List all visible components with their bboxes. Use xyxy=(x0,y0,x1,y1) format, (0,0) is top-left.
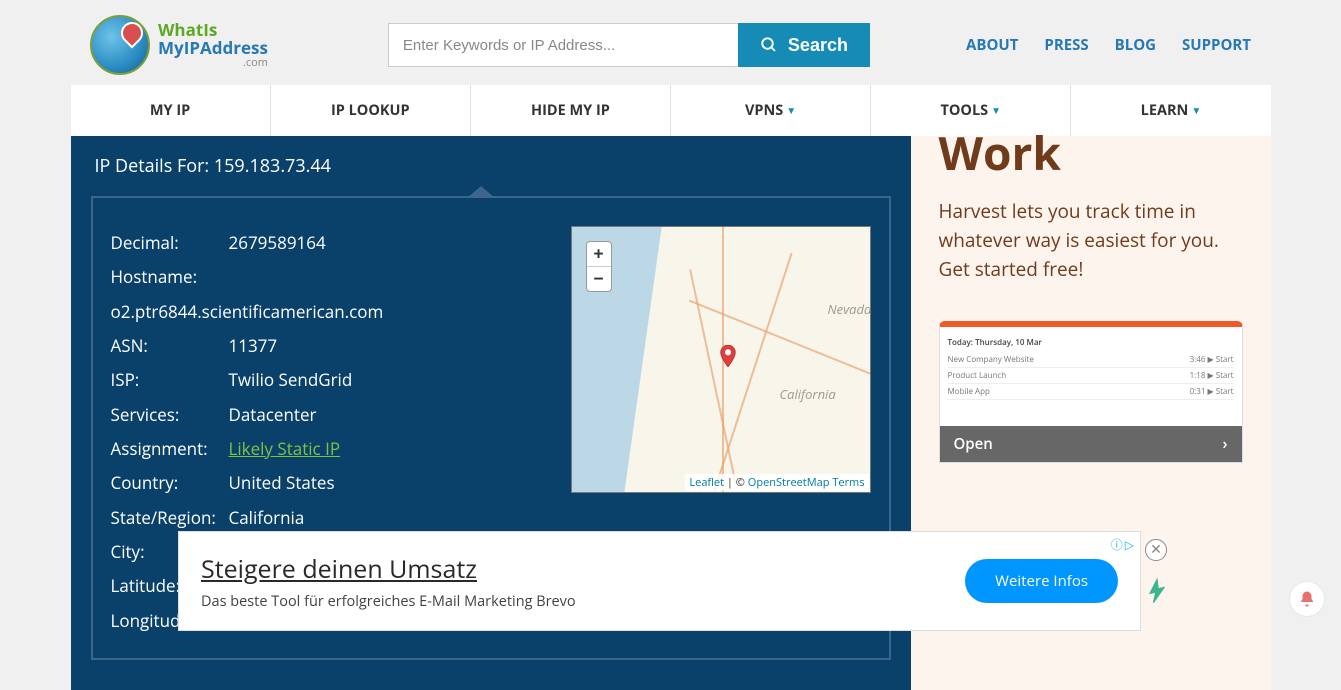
nav-label: IP LOOKUP xyxy=(331,101,410,120)
map-label-california: California xyxy=(780,385,836,403)
map-zoom-out[interactable]: − xyxy=(587,267,611,291)
leaflet-link[interactable]: Leaflet xyxy=(689,475,724,490)
location-map[interactable]: Nevada California + − Leaflet | © OpenSt… xyxy=(571,226,871,493)
field-value: o2.ptr6844.scientificamerican.com xyxy=(111,300,384,323)
ad-open-bar[interactable]: Open › xyxy=(940,426,1242,462)
field-label: Decimal: xyxy=(111,226,229,260)
osm-link[interactable]: OpenStreetMap xyxy=(748,475,830,490)
field-isp: ISP:Twilio SendGrid xyxy=(111,363,553,397)
ad-preview-image: Today: Thursday, 10 Mar New Company Webs… xyxy=(939,321,1243,463)
top-link-blog[interactable]: BLOG xyxy=(1115,35,1156,55)
ad-heading: Work xyxy=(939,128,1243,179)
panel-title: IP Details For: 159.183.73.44 xyxy=(91,154,891,178)
field-value: Datacenter xyxy=(229,398,317,432)
field-asn: ASN:11377 xyxy=(111,329,553,363)
adchoices-icon[interactable]: ⓘ▷ xyxy=(1111,536,1134,553)
terms-link[interactable]: Terms xyxy=(832,475,864,490)
bottom-banner-ad[interactable]: Steigere deinen Umsatz Das beste Tool fü… xyxy=(178,531,1141,631)
bottom-ad-subtitle: Das beste Tool für erfolgreiches E-Mail … xyxy=(201,592,576,611)
map-label-nevada: Nevada xyxy=(828,300,871,318)
field-label: Hostname: xyxy=(111,265,198,288)
nav-label: VPNS xyxy=(745,101,783,120)
globe-icon xyxy=(90,15,150,75)
top-nav-links: ABOUT PRESS BLOG SUPPORT xyxy=(966,35,1251,55)
field-label: Assignment: xyxy=(111,432,229,466)
site-logo[interactable]: WhatIs MyIPAddress .com xyxy=(90,15,268,75)
top-link-support[interactable]: SUPPORT xyxy=(1182,35,1251,55)
field-label: State/Region: xyxy=(111,501,229,535)
chevron-right-icon: › xyxy=(1222,434,1227,454)
close-ad-button[interactable]: ✕ xyxy=(1145,539,1167,561)
field-state: State/Region:California xyxy=(111,501,553,535)
chevron-down-icon: ▼ xyxy=(991,103,1001,117)
nav-hide-my-ip[interactable]: HIDE MY IP xyxy=(471,85,671,136)
freestar-icon[interactable] xyxy=(1143,577,1171,605)
nav-label: LEARN xyxy=(1141,101,1189,120)
field-label: Services: xyxy=(111,398,229,432)
field-value: 2679589164 xyxy=(229,226,326,260)
ad-preview-rows: Today: Thursday, 10 Mar New Company Webs… xyxy=(940,327,1242,410)
ad-body: Harvest lets you track time in whatever … xyxy=(939,197,1243,285)
nav-label: HIDE MY IP xyxy=(531,101,610,120)
nav-my-ip[interactable]: MY IP xyxy=(71,85,271,136)
top-link-press[interactable]: PRESS xyxy=(1044,35,1088,55)
ad-open-label: Open xyxy=(954,434,993,454)
map-attribution: Leaflet | © OpenStreetMap Terms xyxy=(685,474,868,491)
nav-vpns[interactable]: VPNS▼ xyxy=(671,85,871,136)
chevron-down-icon: ▼ xyxy=(1191,103,1201,117)
field-label: Country: xyxy=(111,466,229,500)
search-form: Search xyxy=(388,23,870,67)
map-marker-icon xyxy=(720,345,736,367)
field-hostname: Hostname: o2.ptr6844.scientificamerican.c… xyxy=(111,260,553,329)
nav-ip-lookup[interactable]: IP LOOKUP xyxy=(271,85,471,136)
logo-text: WhatIs MyIPAddress .com xyxy=(158,21,268,68)
nav-label: TOOLS xyxy=(940,101,988,120)
bottom-ad-cta-button[interactable]: Weitere Infos xyxy=(965,559,1118,603)
field-country: Country:United States xyxy=(111,466,553,500)
map-zoom-control: + − xyxy=(586,241,612,292)
search-input[interactable] xyxy=(388,23,738,67)
search-button-label: Search xyxy=(788,35,848,56)
bottom-ad-title: Steigere deinen Umsatz xyxy=(201,552,576,586)
bottom-ad-text: Steigere deinen Umsatz Das beste Tool fü… xyxy=(201,552,576,611)
field-label: ASN: xyxy=(111,329,229,363)
chevron-down-icon: ▼ xyxy=(786,103,796,117)
map-zoom-in[interactable]: + xyxy=(587,242,611,267)
assignment-link[interactable]: Likely Static IP xyxy=(229,432,341,466)
field-assignment: Assignment:Likely Static IP xyxy=(111,432,553,466)
ad-preview-date: Today: Thursday, 10 Mar xyxy=(948,337,1234,348)
site-header: WhatIs MyIPAddress .com Search ABOUT PRE… xyxy=(0,0,1341,85)
search-icon xyxy=(760,36,778,54)
notification-bell-icon[interactable] xyxy=(1289,581,1325,617)
field-value: Twilio SendGrid xyxy=(229,363,353,397)
attrib-sep: | © xyxy=(724,475,748,490)
field-decimal: Decimal:2679589164 xyxy=(111,226,553,260)
field-value: California xyxy=(229,501,305,535)
field-value: United States xyxy=(229,466,335,500)
nav-label: MY IP xyxy=(150,101,190,120)
top-link-about[interactable]: ABOUT xyxy=(966,35,1018,55)
field-value: 11377 xyxy=(229,329,278,363)
field-label: ISP: xyxy=(111,363,229,397)
field-services: Services:Datacenter xyxy=(111,398,553,432)
search-button[interactable]: Search xyxy=(738,23,870,67)
